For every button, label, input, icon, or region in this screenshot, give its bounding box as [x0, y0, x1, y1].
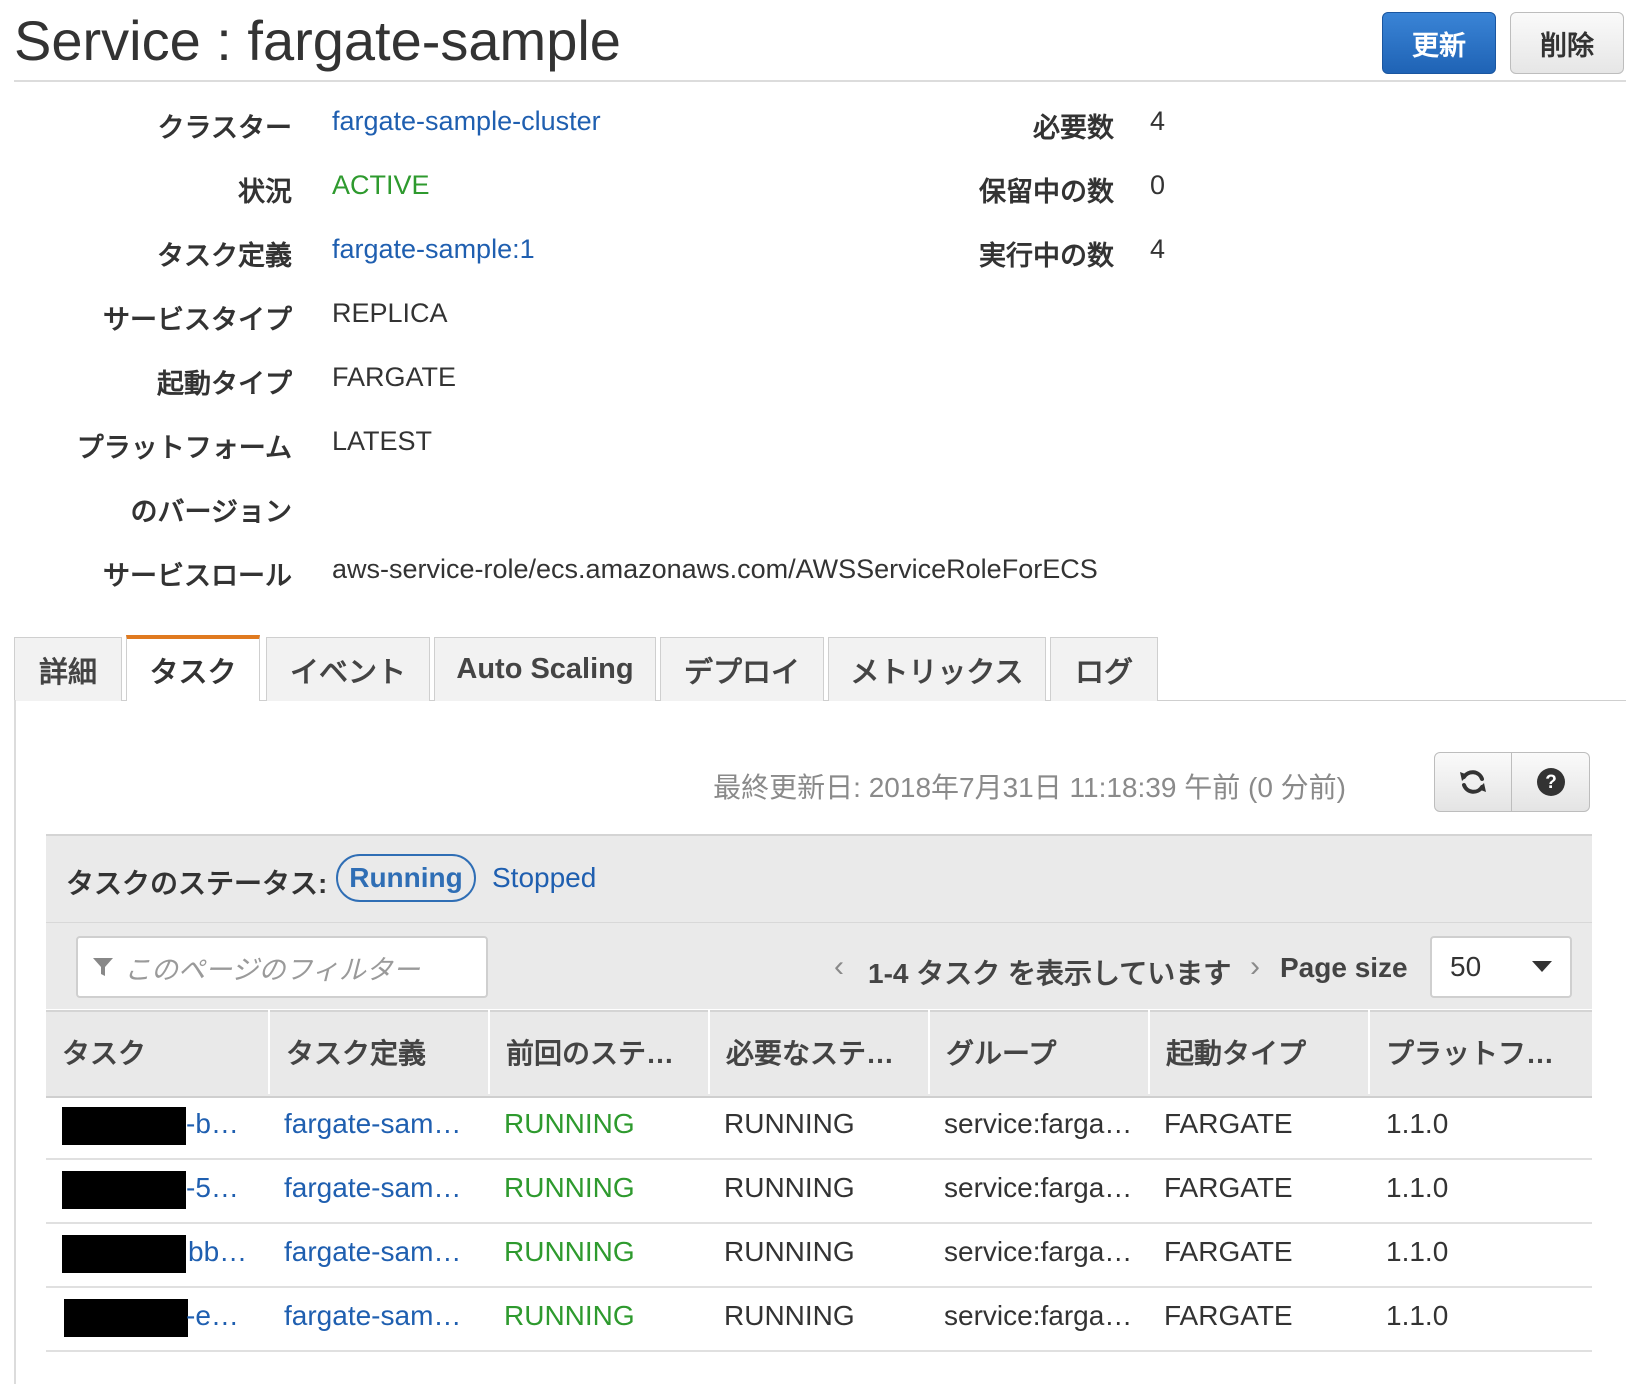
filter-input[interactable]: このページのフィルター — [76, 936, 488, 998]
tab-metrics[interactable]: メトリックス — [828, 637, 1046, 701]
dropdown-arrow-icon — [1532, 961, 1552, 972]
help-button[interactable]: ? — [1512, 752, 1590, 812]
group-cell: service:farga… — [944, 1172, 1133, 1203]
launch-type-cell: FARGATE — [1164, 1172, 1293, 1203]
platform-cell: 1.1.0 — [1386, 1236, 1449, 1267]
col-group[interactable]: グループ — [928, 1010, 1148, 1094]
task-id-link[interactable]: bb… — [188, 1236, 247, 1268]
service-type-value: REPLICA — [332, 298, 448, 328]
tab-deploy[interactable]: デプロイ — [660, 637, 824, 701]
task-id-link[interactable]: -b… — [186, 1108, 239, 1140]
taskdef-link[interactable]: fargate-sample:1 — [332, 234, 535, 265]
cluster-label: クラスター — [157, 113, 292, 143]
platform-label-line2: のバージョン — [130, 497, 292, 527]
taskdef-cell-link[interactable]: fargate-sam… — [284, 1108, 461, 1140]
taskdef-cell-link[interactable]: fargate-sam… — [284, 1236, 461, 1268]
panel-border — [14, 700, 16, 1384]
task-id-link[interactable]: -e… — [186, 1300, 239, 1332]
pending-count-label: 保留中の数 — [979, 177, 1114, 207]
desired-count-label: 必要数 — [1033, 113, 1114, 143]
status-label: 状況 — [238, 177, 292, 207]
pager-text: 1-4 タスク を表示しています — [868, 958, 1232, 989]
redacted-task-id — [62, 1235, 186, 1273]
platform-label-line1: プラットフォーム — [76, 433, 292, 463]
running-count-label: 実行中の数 — [979, 241, 1114, 271]
prev-page-chevron-icon[interactable]: ‹ — [834, 950, 844, 984]
platform-cell: 1.1.0 — [1386, 1172, 1449, 1203]
desired-status-cell: RUNNING — [724, 1108, 855, 1139]
delete-button[interactable]: 削除 — [1510, 12, 1624, 74]
update-button[interactable]: 更新 — [1382, 12, 1496, 74]
running-count-value: 4 — [1150, 234, 1166, 264]
col-last-status[interactable]: 前回のステ… — [488, 1010, 708, 1094]
last-status-cell: RUNNING — [504, 1172, 635, 1203]
tab-details[interactable]: 詳細 — [14, 637, 122, 701]
platform-cell: 1.1.0 — [1386, 1300, 1449, 1331]
col-task[interactable]: タスク — [46, 1010, 268, 1094]
pending-count-value: 0 — [1150, 170, 1166, 200]
running-filter-pill[interactable]: Running — [336, 854, 476, 902]
taskdef-label: タスク定義 — [157, 241, 292, 271]
launch-type-label: 起動タイプ — [157, 369, 292, 399]
status-value: ACTIVE — [332, 170, 430, 200]
table-row: -b… fargate-sam… RUNNING RUNNING service… — [46, 1094, 1592, 1160]
page-title: Service : fargate-sample — [14, 9, 621, 72]
redacted-task-id — [62, 1171, 186, 1209]
task-status-label: タスクのステータス: — [66, 868, 328, 899]
tab-logs[interactable]: ログ — [1050, 637, 1158, 701]
page-size-label: Page size — [1280, 952, 1408, 983]
service-type-label: サービスタイプ — [103, 305, 292, 335]
refresh-icon — [1460, 770, 1486, 794]
desired-status-cell: RUNNING — [724, 1172, 855, 1203]
launch-type-value: FARGATE — [332, 362, 457, 392]
filter-icon — [93, 958, 113, 976]
cluster-link[interactable]: fargate-sample-cluster — [332, 106, 601, 137]
taskdef-cell-link[interactable]: fargate-sam… — [284, 1172, 461, 1204]
filter-placeholder: このページのフィルター — [124, 954, 420, 985]
last-updated-text: 最終更新日: 2018年7月31日 11:18:39 午前 (0 分前) — [713, 772, 1346, 803]
redacted-task-id — [62, 1107, 186, 1145]
stopped-filter-link[interactable]: Stopped — [492, 862, 596, 894]
group-cell: service:farga… — [944, 1300, 1133, 1331]
tab-auto-scaling[interactable]: Auto Scaling — [434, 637, 656, 701]
redacted-task-id — [64, 1299, 188, 1337]
service-role-label: サービスロール — [103, 561, 292, 591]
svg-text:?: ? — [1545, 772, 1557, 793]
table-row: -5… fargate-sam… RUNNING RUNNING service… — [46, 1158, 1592, 1224]
tab-events[interactable]: イベント — [266, 637, 430, 701]
header-divider — [14, 80, 1626, 82]
desired-status-cell: RUNNING — [724, 1236, 855, 1267]
task-id-link[interactable]: -5… — [186, 1172, 239, 1204]
desired-status-cell: RUNNING — [724, 1300, 855, 1331]
tab-tasks[interactable]: タスク — [126, 635, 260, 701]
table-row: -e… fargate-sam… RUNNING RUNNING service… — [46, 1286, 1592, 1352]
launch-type-cell: FARGATE — [1164, 1108, 1293, 1139]
table-row: bb… fargate-sam… RUNNING RUNNING service… — [46, 1222, 1592, 1288]
platform-value: LATEST — [332, 426, 433, 456]
next-page-chevron-icon[interactable]: › — [1250, 950, 1260, 984]
service-role-value: aws-service-role/ecs.amazonaws.com/AWSSe… — [332, 554, 1098, 584]
col-platform[interactable]: プラットフ… — [1368, 1010, 1592, 1094]
page-size-value: 50 — [1450, 951, 1482, 982]
launch-type-cell: FARGATE — [1164, 1236, 1293, 1267]
col-desired-status[interactable]: 必要なステ… — [708, 1010, 928, 1094]
launch-type-cell: FARGATE — [1164, 1300, 1293, 1331]
group-cell: service:farga… — [944, 1236, 1133, 1267]
last-status-cell: RUNNING — [504, 1108, 635, 1139]
last-status-cell: RUNNING — [504, 1236, 635, 1267]
group-cell: service:farga… — [944, 1108, 1133, 1139]
last-status-cell: RUNNING — [504, 1300, 635, 1331]
refresh-button[interactable] — [1434, 752, 1512, 812]
desired-count-value: 4 — [1150, 106, 1166, 136]
col-launch-type[interactable]: 起動タイプ — [1148, 1010, 1368, 1094]
col-taskdef[interactable]: タスク定義 — [268, 1010, 488, 1094]
taskdef-cell-link[interactable]: fargate-sam… — [284, 1300, 461, 1332]
help-icon: ? — [1536, 768, 1565, 796]
platform-cell: 1.1.0 — [1386, 1108, 1449, 1139]
page-size-select[interactable]: 50 — [1430, 936, 1572, 998]
